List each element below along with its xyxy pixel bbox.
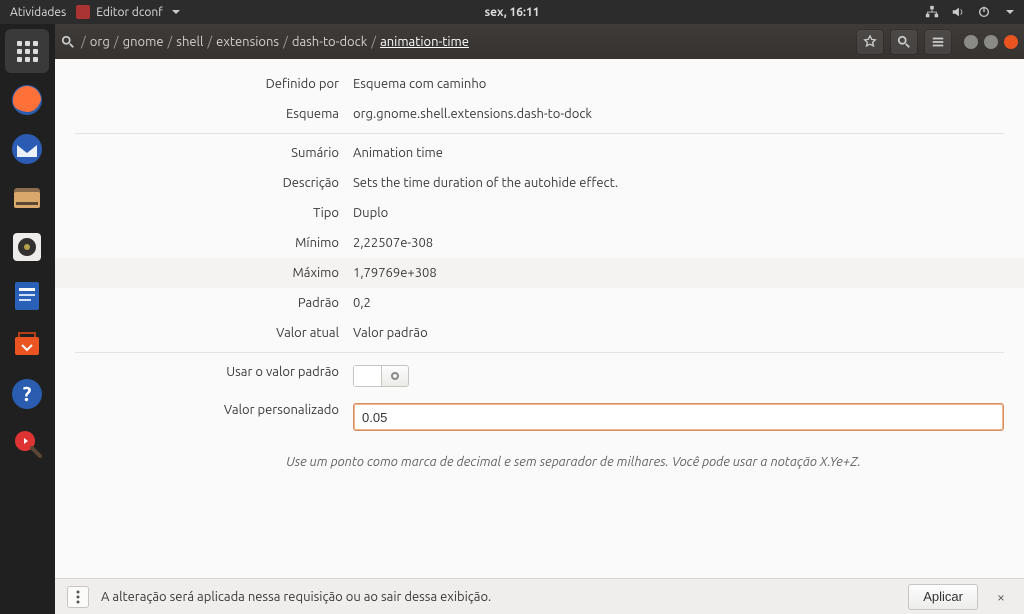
dock: ?: [0, 24, 55, 614]
show-apps-button[interactable]: [5, 29, 49, 73]
search-button[interactable]: [890, 29, 918, 55]
maximum-label: Máximo: [143, 266, 353, 280]
chevron-down-icon: [1006, 10, 1014, 14]
chevron-down-icon: [172, 10, 180, 14]
breadcrumb-seg[interactable]: shell: [176, 35, 203, 49]
schema-value: org.gnome.shell.extensions.dash-to-dock: [353, 107, 1004, 121]
bookmark-button[interactable]: [856, 29, 884, 55]
dismiss-button[interactable]: ×: [990, 589, 1012, 605]
app-icon: [76, 5, 90, 19]
type-value: Duplo: [353, 206, 1004, 220]
current-value: Valor padrão: [353, 326, 1004, 340]
use-default-label: Usar o valor padrão: [143, 365, 353, 379]
panel-clock[interactable]: sex, 16:11: [484, 6, 539, 19]
summary-label: Sumário: [143, 146, 353, 160]
window-minimize[interactable]: [964, 35, 978, 49]
dconf-window: / org / gnome / shell / extensions / das…: [55, 24, 1024, 614]
description-value: Sets the time duration of the autohide e…: [353, 176, 1004, 190]
description-label: Descrição: [143, 176, 353, 190]
volume-icon: [951, 5, 965, 19]
toggle-off-indicator: [391, 372, 399, 380]
app-name-label: Editor dconf: [96, 6, 163, 19]
custom-value-input[interactable]: [353, 403, 1004, 431]
default-value: 0,2: [353, 296, 1004, 310]
breadcrumb-seg[interactable]: extensions: [216, 35, 279, 49]
dock-firefox[interactable]: [5, 78, 49, 122]
dock-files[interactable]: [5, 176, 49, 220]
dock-writer[interactable]: [5, 274, 49, 318]
app-menu[interactable]: Editor dconf: [76, 5, 180, 19]
use-default-toggle[interactable]: [353, 365, 409, 387]
window-close[interactable]: [1004, 35, 1018, 49]
power-icon: [977, 5, 991, 19]
type-label: Tipo: [143, 206, 353, 220]
divider: [75, 352, 1004, 353]
schema-label: Esquema: [143, 107, 353, 121]
system-indicators[interactable]: [925, 5, 1014, 19]
dock-thunderbird[interactable]: [5, 127, 49, 171]
network-icon: [925, 5, 939, 19]
window-maximize[interactable]: [984, 35, 998, 49]
svg-text:?: ?: [23, 382, 32, 405]
minimum-label: Mínimo: [143, 236, 353, 250]
infobar: A alteração será aplicada nessa requisiç…: [55, 578, 1024, 614]
current-value-label: Valor atual: [143, 326, 353, 340]
apply-button[interactable]: Aplicar: [908, 584, 978, 610]
info-icon[interactable]: [67, 586, 89, 608]
breadcrumb-seg[interactable]: gnome: [123, 35, 164, 49]
minimum-value: 2,22507e-308: [353, 236, 1004, 250]
search-icon[interactable]: [61, 35, 75, 49]
activities-button[interactable]: Atividades: [10, 6, 66, 19]
divider: [75, 133, 1004, 134]
dock-software[interactable]: [5, 323, 49, 367]
dock-help[interactable]: ?: [5, 372, 49, 416]
breadcrumb-seg-current[interactable]: animation-time: [380, 35, 469, 49]
defined-by-label: Definido por: [143, 77, 353, 91]
content-area: Definido por Esquema com caminho Esquema…: [55, 59, 1024, 578]
infobar-message: A alteração será aplicada nessa requisiç…: [101, 590, 491, 604]
default-label: Padrão: [143, 296, 353, 310]
hint-text: Use um ponto como marca de decimal e sem…: [143, 455, 1004, 469]
summary-value: Animation time: [353, 146, 1004, 160]
dock-rhythmbox[interactable]: [5, 225, 49, 269]
titlebar: / org / gnome / shell / extensions / das…: [55, 24, 1024, 59]
defined-by-value: Esquema com caminho: [353, 77, 1004, 91]
breadcrumb-seg[interactable]: dash-to-dock: [292, 35, 367, 49]
breadcrumb-seg[interactable]: org: [90, 35, 110, 49]
custom-value-label: Valor personalizado: [143, 403, 353, 417]
dock-dconf-editor[interactable]: [5, 421, 49, 465]
maximum-value: 1,79769e+308: [353, 266, 1004, 280]
breadcrumb: / org / gnome / shell / extensions / das…: [61, 35, 850, 49]
hamburger-menu[interactable]: [924, 29, 952, 55]
top-panel: Atividades Editor dconf sex, 16:11: [0, 0, 1024, 24]
